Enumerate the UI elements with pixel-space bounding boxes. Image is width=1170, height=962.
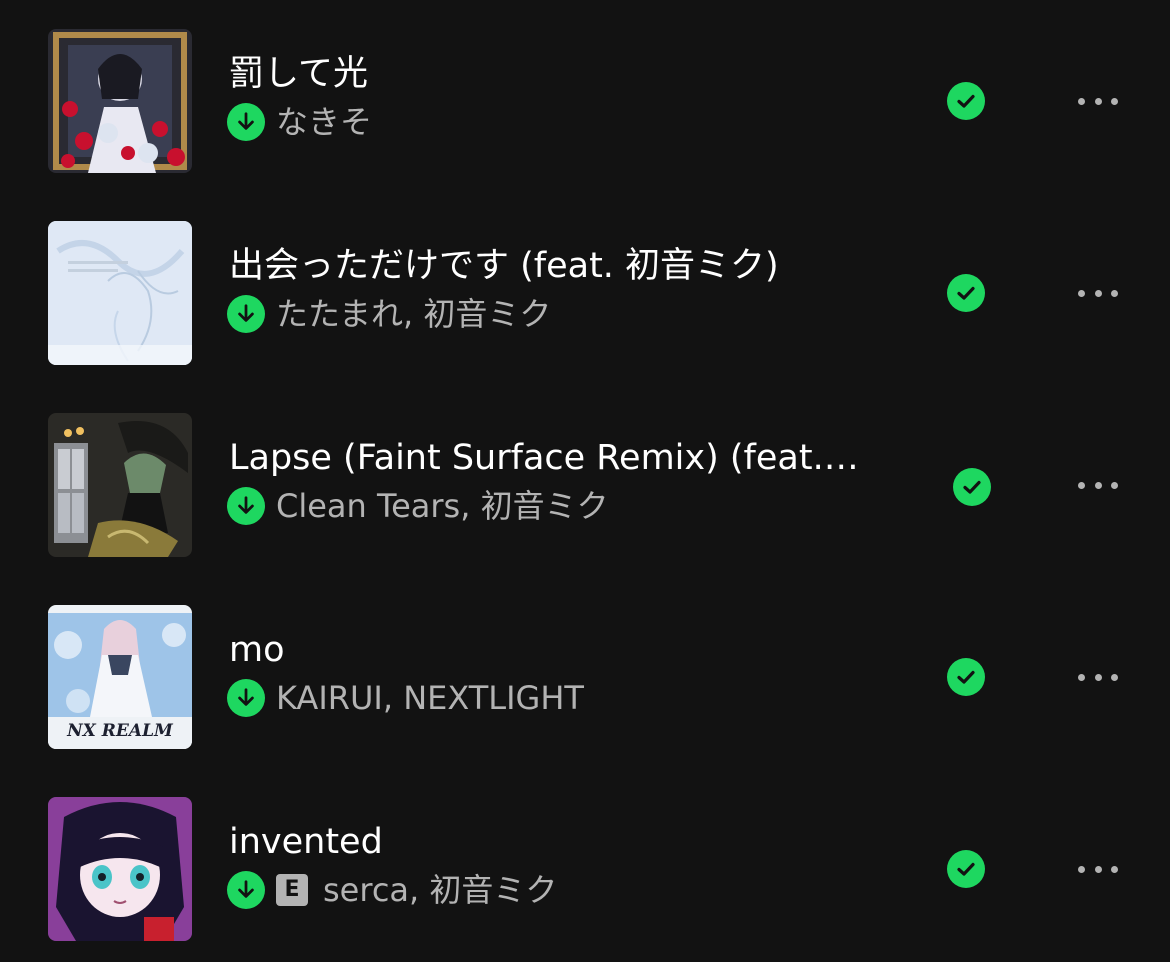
more-options-icon[interactable]	[1076, 660, 1120, 694]
more-options-icon[interactable]	[1076, 276, 1120, 310]
track-row[interactable]: invented E serca, 初音ミク	[0, 768, 1170, 960]
track-subline: たたまれ, 初音ミク	[227, 293, 551, 335]
track-list: 罰して光 なきそ 出会っただけです (feat. 初音ミク) たたまれ, 初音ミ…	[0, 0, 1170, 962]
check-circle-icon[interactable]	[947, 274, 985, 312]
check-circle-icon[interactable]	[953, 468, 991, 506]
track-title: Lapse (Faint Surface Remix) (feat.…	[229, 438, 859, 478]
track-title: mo	[229, 630, 285, 670]
explicit-badge: E	[276, 874, 308, 906]
track-artists: なきそ	[276, 103, 373, 141]
track-row[interactable]: 出会っただけです (feat. 初音ミク) たたまれ, 初音ミク	[0, 192, 1170, 384]
album-art: NX REALM	[48, 605, 192, 749]
album-art	[48, 29, 192, 173]
track-artists: serca, 初音ミク	[323, 871, 558, 909]
check-circle-icon[interactable]	[947, 82, 985, 120]
track-row[interactable]: NX REALM mo KAIRUI, NEXTLIGHT	[0, 576, 1170, 768]
track-subline: なきそ	[227, 101, 372, 143]
download-arrow-icon	[227, 295, 265, 333]
album-art	[48, 221, 192, 365]
album-art	[48, 797, 192, 941]
track-title: invented	[229, 822, 383, 862]
track-subline: KAIRUI, NEXTLIGHT	[227, 677, 584, 719]
track-row[interactable]: 罰して光 なきそ	[0, 0, 1170, 192]
more-options-icon[interactable]	[1076, 852, 1120, 886]
more-options-icon[interactable]	[1076, 84, 1120, 118]
track-artists: KAIRUI, NEXTLIGHT	[276, 679, 584, 717]
track-subline: Clean Tears, 初音ミク	[227, 485, 609, 527]
svg-text:NX REALM: NX REALM	[66, 721, 174, 741]
more-options-icon[interactable]	[1076, 468, 1120, 502]
download-arrow-icon	[227, 103, 265, 141]
track-row[interactable]: Lapse (Faint Surface Remix) (feat.… Clea…	[0, 384, 1170, 576]
track-title: 出会っただけです (feat. 初音ミク)	[229, 246, 779, 286]
download-arrow-icon	[227, 679, 265, 717]
download-arrow-icon	[227, 871, 265, 909]
track-artists: Clean Tears, 初音ミク	[276, 487, 609, 525]
track-artists: たたまれ, 初音ミク	[276, 295, 552, 333]
check-circle-icon[interactable]	[947, 658, 985, 696]
download-arrow-icon	[227, 487, 265, 525]
album-art	[48, 413, 192, 557]
track-title: 罰して光	[229, 54, 368, 94]
track-subline: E serca, 初音ミク	[227, 869, 557, 911]
check-circle-icon[interactable]	[947, 850, 985, 888]
